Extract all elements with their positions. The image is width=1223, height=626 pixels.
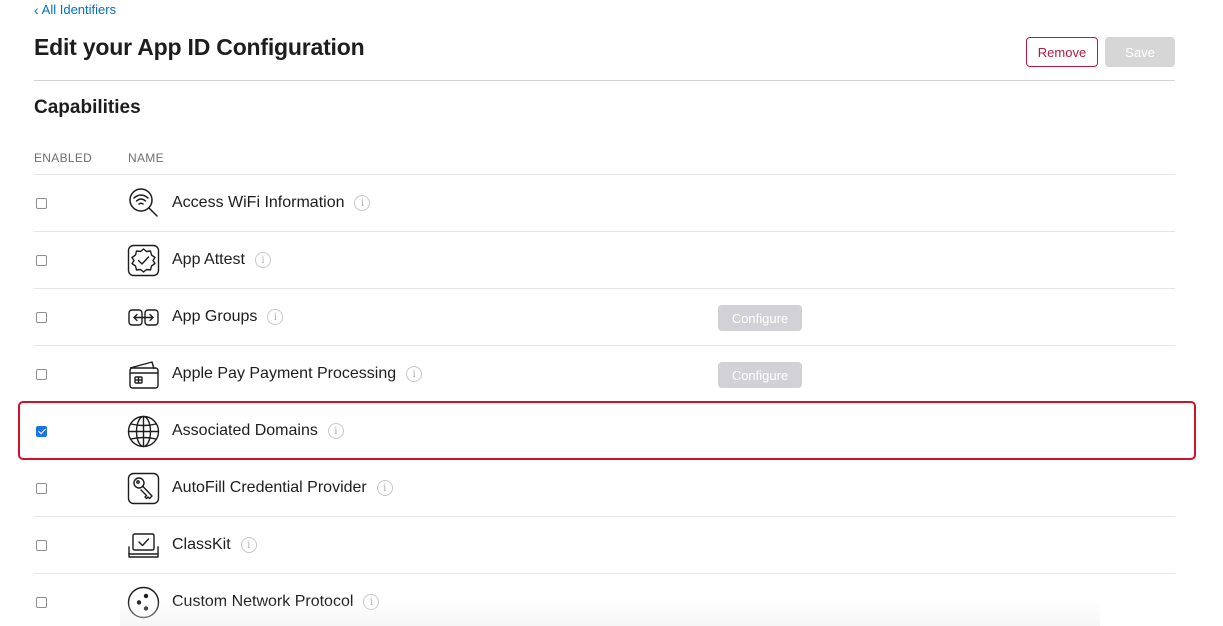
capability-row-autofill-credential-provider: AutoFill Credential Provider i	[34, 459, 1175, 516]
globe-icon	[127, 415, 160, 448]
capability-name: ClassKit	[172, 536, 231, 553]
back-to-identifiers-link[interactable]: ‹ All Identifiers	[34, 2, 116, 17]
info-icon[interactable]: i	[363, 594, 380, 610]
seal-check-icon	[127, 244, 160, 277]
capability-name: App Groups	[172, 308, 258, 325]
wallet-cards-icon	[127, 358, 160, 391]
network-dots-icon	[127, 586, 160, 619]
capability-name: Access WiFi Information	[172, 194, 345, 211]
save-button[interactable]: Save	[1105, 37, 1175, 67]
capability-name: Custom Network Protocol	[172, 593, 354, 610]
info-icon[interactable]: i	[267, 309, 284, 325]
enable-checkbox[interactable]	[36, 369, 47, 380]
info-icon[interactable]: i	[327, 423, 344, 439]
title-divider	[34, 80, 1175, 81]
capability-name: Associated Domains	[172, 422, 318, 439]
configure-button[interactable]: Configure	[718, 362, 802, 388]
enable-checkbox[interactable]	[36, 540, 47, 551]
app-groups-icon	[127, 301, 160, 334]
enable-checkbox[interactable]	[36, 426, 47, 437]
info-icon[interactable]: i	[376, 480, 393, 496]
capability-row-associated-domains: Associated Domains i	[34, 402, 1175, 459]
capability-name: AutoFill Credential Provider	[172, 479, 367, 496]
capabilities-list: Access WiFi Information i App Attest i A…	[34, 174, 1175, 626]
column-header-enabled: ENABLED	[34, 151, 93, 165]
enable-checkbox[interactable]	[36, 198, 47, 209]
wifi-search-icon	[127, 187, 160, 220]
capability-row-app-attest: App Attest i	[34, 231, 1175, 288]
capability-name: Apple Pay Payment Processing	[172, 365, 397, 382]
capability-row-apple-pay-payment-processing: Apple Pay Payment Processing i Configure	[34, 345, 1175, 402]
key-icon	[127, 472, 160, 505]
column-header-name: NAME	[128, 151, 164, 165]
info-icon[interactable]: i	[240, 537, 257, 553]
capability-name: App Attest	[172, 251, 245, 268]
chevron-left-icon: ‹	[34, 1, 39, 18]
capability-row-app-groups: App Groups i Configure	[34, 288, 1175, 345]
section-title-capabilities: Capabilities	[34, 97, 141, 118]
capability-row-custom-network-protocol: Custom Network Protocol i	[34, 573, 1175, 626]
back-link-label: All Identifiers	[41, 2, 117, 17]
remove-button[interactable]: Remove	[1026, 37, 1098, 67]
enable-checkbox[interactable]	[36, 483, 47, 494]
info-icon[interactable]: i	[354, 195, 371, 211]
enable-checkbox[interactable]	[36, 597, 47, 608]
capability-row-classkit: ClassKit i	[34, 516, 1175, 573]
configure-button[interactable]: Configure	[718, 305, 802, 331]
info-icon[interactable]: i	[406, 366, 423, 382]
capability-row-access-wifi-information: Access WiFi Information i	[34, 174, 1175, 231]
enable-checkbox[interactable]	[36, 312, 47, 323]
page-title: Edit your App ID Configuration	[34, 34, 365, 60]
classkit-laptop-icon	[127, 529, 160, 562]
enable-checkbox[interactable]	[36, 255, 47, 266]
info-icon[interactable]: i	[254, 252, 271, 268]
